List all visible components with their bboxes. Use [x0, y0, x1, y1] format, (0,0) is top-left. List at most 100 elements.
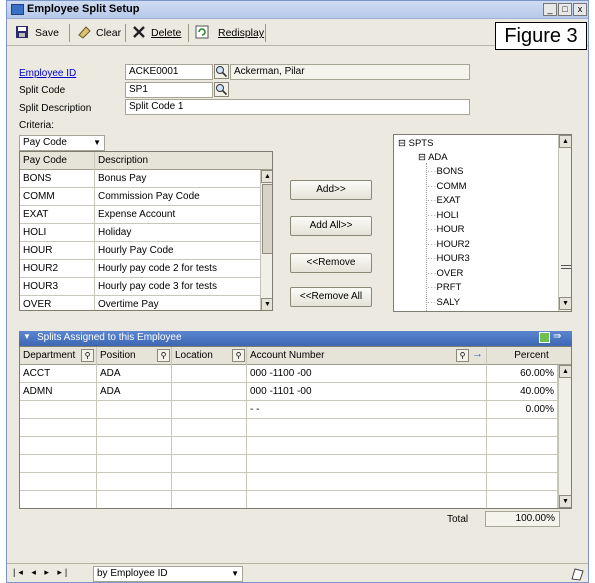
percent-cell[interactable]: 60.00% — [487, 365, 558, 383]
close-button[interactable]: x — [573, 3, 587, 16]
lookup-magnifier-icon[interactable] — [214, 64, 229, 79]
scroll-up-icon[interactable]: ▲ — [559, 365, 571, 378]
table-row[interactable]: HOUR Hourly Pay Code — [20, 242, 260, 260]
department-cell[interactable] — [20, 473, 97, 491]
add-button[interactable]: Add>> — [290, 180, 372, 200]
department-cell[interactable] — [20, 419, 97, 437]
pay-code-column-header[interactable]: Pay Code — [20, 152, 95, 170]
maximize-button[interactable]: □ — [558, 3, 572, 16]
note-icon[interactable] — [570, 567, 584, 581]
split-tree-view[interactable]: ⊟ SPTS ⊟ ADA ···BONS ···COMM ···EXAT ···HOL… — [393, 134, 572, 312]
split-description-field[interactable]: Split Code 1 — [125, 99, 470, 115]
department-cell[interactable]: ADMN — [20, 383, 97, 401]
account-number-cell[interactable] — [247, 437, 487, 455]
account-number-cell[interactable]: - - — [247, 401, 487, 419]
record-navigation-icons[interactable]: |◂ ◂ ▸ ▸| — [13, 567, 70, 578]
location-cell[interactable] — [172, 383, 247, 401]
table-row[interactable]: ACCT ADA 000 -1100 -00 60.00% — [20, 365, 558, 383]
position-cell[interactable] — [97, 473, 172, 491]
table-row[interactable] — [20, 437, 558, 455]
tree-item[interactable]: ···HOUR — [427, 224, 464, 235]
table-row[interactable]: BONS Bonus Pay — [20, 170, 260, 188]
description-column-header[interactable]: Description — [95, 152, 272, 170]
tree-item[interactable]: ···HOLI — [427, 210, 459, 221]
scroll-grip[interactable] — [561, 265, 571, 269]
save-button[interactable]: Save — [35, 25, 59, 41]
table-row[interactable]: HOUR2 Hourly pay code 2 for tests — [20, 260, 260, 278]
table-row[interactable] — [20, 473, 558, 491]
collapse-chevron-icon[interactable]: ▼ — [23, 332, 31, 341]
location-cell[interactable] — [172, 437, 247, 455]
account-number-cell[interactable] — [247, 419, 487, 437]
employee-id-link[interactable]: Employee ID — [19, 68, 76, 79]
scroll-down-icon[interactable]: ▼ — [559, 495, 571, 508]
percent-column-header[interactable]: Percent — [487, 347, 571, 365]
account-number-cell[interactable] — [247, 473, 487, 491]
department-cell[interactable]: ACCT — [20, 365, 97, 383]
table-row[interactable] — [20, 419, 558, 437]
table-row[interactable] — [20, 455, 558, 473]
tree-root[interactable]: ⊟ SPTS — [398, 138, 433, 149]
percent-cell[interactable]: 40.00% — [487, 383, 558, 401]
delete-button[interactable]: Delete — [151, 25, 181, 41]
lookup-magnifier-icon[interactable] — [214, 82, 229, 97]
minimize-button[interactable]: _ — [543, 3, 557, 16]
clear-button[interactable]: Clear — [96, 25, 121, 41]
table-row[interactable] — [20, 491, 558, 508]
location-cell[interactable] — [172, 419, 247, 437]
split-code-field[interactable]: SP1 — [125, 82, 213, 98]
table-row[interactable]: HOLI Holiday — [20, 224, 260, 242]
position-cell[interactable]: ADA — [97, 383, 172, 401]
tree-item[interactable]: ···SALY — [427, 297, 460, 308]
table-row[interactable]: OVER Overtime Pay — [20, 296, 260, 310]
account-lookup-icon[interactable]: ⚲ — [456, 349, 469, 362]
percent-cell[interactable]: 0.00% — [487, 401, 558, 419]
table-row[interactable]: HOUR3 Hourly pay code 3 for tests — [20, 278, 260, 296]
location-lookup-icon[interactable]: ⚲ — [232, 349, 245, 362]
position-lookup-icon[interactable]: ⚲ — [157, 349, 170, 362]
department-lookup-icon[interactable]: ⚲ — [81, 349, 94, 362]
pay-code-scrollbar[interactable]: ▲ ▼ — [260, 170, 272, 310]
remove-all-button[interactable]: <<Remove All — [290, 287, 372, 307]
position-cell[interactable] — [97, 419, 172, 437]
account-number-cell[interactable]: 000 -1101 -00 — [247, 383, 487, 401]
splits-scrollbar[interactable]: ▲ ▼ — [558, 365, 571, 508]
location-cell[interactable] — [172, 455, 247, 473]
percent-cell[interactable] — [487, 473, 558, 491]
tree-item[interactable]: ···HOUR2 — [427, 239, 470, 250]
tree-item[interactable]: ···PRFT — [427, 282, 461, 293]
sort-order-dropdown[interactable]: by Employee ID ▼ — [93, 566, 243, 582]
criteria-dropdown[interactable]: Pay Code ▼ — [19, 135, 105, 151]
percent-cell[interactable] — [487, 437, 558, 455]
table-row[interactable]: - -0.00% — [20, 401, 558, 419]
account-number-cell[interactable] — [247, 455, 487, 473]
scroll-down-icon[interactable]: ▼ — [559, 297, 571, 310]
tree-item[interactable]: ···COMM — [427, 181, 467, 192]
table-row[interactable]: COMM Commission Pay Code — [20, 188, 260, 206]
department-cell[interactable] — [20, 455, 97, 473]
show-details-icon[interactable]: ⇛ — [553, 331, 561, 342]
tree-node-ada[interactable]: ⊟ ADA — [418, 152, 448, 163]
employee-id-field[interactable]: ACKE0001 — [125, 64, 213, 80]
location-cell[interactable] — [172, 365, 247, 383]
percent-cell[interactable] — [487, 491, 558, 508]
tree-item[interactable]: ···OVER — [427, 268, 463, 279]
account-number-cell[interactable]: 000 -1100 -00 — [247, 365, 487, 383]
scroll-thumb[interactable] — [262, 184, 272, 254]
table-row[interactable]: EXAT Expense Account — [20, 206, 260, 224]
account-number-cell[interactable] — [247, 491, 487, 508]
percent-cell[interactable] — [487, 455, 558, 473]
position-cell[interactable] — [97, 401, 172, 419]
position-cell[interactable]: ADA — [97, 365, 172, 383]
percent-cell[interactable] — [487, 419, 558, 437]
scroll-up-icon[interactable]: ▲ — [261, 170, 272, 183]
department-cell[interactable] — [20, 437, 97, 455]
position-cell[interactable] — [97, 491, 172, 508]
position-cell[interactable] — [97, 455, 172, 473]
position-cell[interactable] — [97, 437, 172, 455]
location-cell[interactable] — [172, 491, 247, 508]
department-cell[interactable] — [20, 491, 97, 508]
remove-button[interactable]: <<Remove — [290, 253, 372, 273]
table-row[interactable]: ADMN ADA 000 -1101 -00 40.00% — [20, 383, 558, 401]
tree-item[interactable]: ···EXAT — [427, 195, 461, 206]
